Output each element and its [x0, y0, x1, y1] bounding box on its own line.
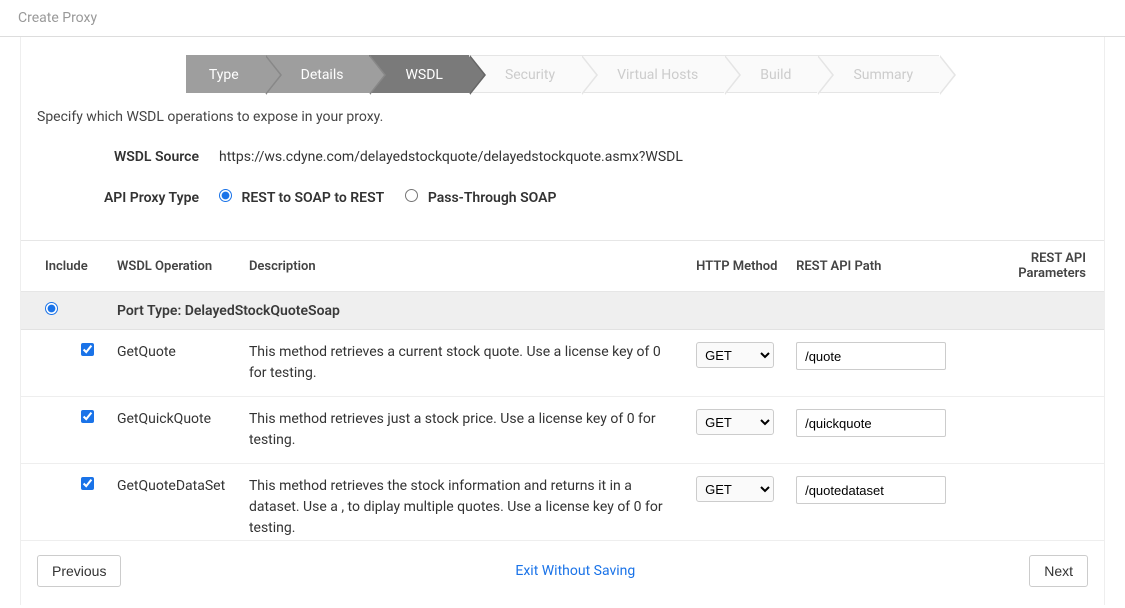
port-type-radio-1[interactable]: [45, 302, 58, 315]
operation-name: GetQuote: [109, 330, 241, 397]
proxy-type-pass-text: Pass-Through SOAP: [428, 190, 557, 206]
operation-description: This method retrieves the stock informat…: [241, 464, 688, 541]
proxy-type-pass-label[interactable]: Pass-Through SOAP: [405, 190, 556, 206]
port-type-label-1: Port Type: DelayedStockQuoteSoap: [109, 292, 1104, 330]
operation-name: GetQuoteDataSet: [109, 464, 241, 541]
operation-description: This method retrieves a current stock qu…: [241, 330, 688, 397]
page-title: Create Proxy: [18, 10, 97, 26]
include-checkbox[interactable]: [81, 343, 94, 356]
rest-path-input[interactable]: [796, 476, 946, 504]
include-checkbox[interactable]: [81, 477, 94, 490]
previous-button[interactable]: Previous: [37, 555, 121, 587]
wsdl-source-value: https://ws.cdyne.com/delayedstockquote/d…: [219, 149, 683, 165]
wsdl-source-label: WSDL Source: [37, 149, 219, 165]
table-header-row: Include WSDL Operation Description HTTP …: [21, 241, 1104, 292]
proxy-type-rest-radio[interactable]: [219, 189, 232, 202]
proxy-type-row: API Proxy Type REST to SOAP to REST Pass…: [37, 189, 1088, 206]
page-header: Create Proxy: [0, 0, 1125, 37]
col-params: REST API Parameters: [954, 241, 1104, 292]
http-method-select[interactable]: GET: [696, 409, 774, 435]
wizard-steps: Type Details WSDL Security Virtual Hosts…: [21, 37, 1104, 93]
table-row: GetQuoteDataSet This method retrieves th…: [21, 464, 1104, 541]
step-virtual-hosts: Virtual Hosts: [581, 55, 724, 93]
operation-name: GetQuickQuote: [109, 397, 241, 464]
proxy-type-rest-text: REST to SOAP to REST: [241, 190, 383, 206]
col-path: REST API Path: [788, 241, 954, 292]
wizard-footer: Previous Exit Without Saving Next: [21, 540, 1104, 605]
operations-table: Include WSDL Operation Description HTTP …: [21, 241, 1104, 540]
instruction-text: Specify which WSDL operations to expose …: [21, 93, 1104, 149]
step-summary: Summary: [817, 55, 939, 93]
operation-description: This method retrieves just a stock price…: [241, 397, 688, 464]
operations-table-wrap[interactable]: Include WSDL Operation Description HTTP …: [21, 240, 1104, 540]
proxy-type-pass-radio[interactable]: [405, 189, 418, 202]
proxy-type-rest-label[interactable]: REST to SOAP to REST: [219, 190, 387, 206]
include-checkbox[interactable]: [81, 410, 94, 423]
rest-path-input[interactable]: [796, 342, 946, 370]
col-method: HTTP Method: [688, 241, 788, 292]
exit-without-saving-link[interactable]: Exit Without Saving: [121, 563, 1029, 579]
rest-path-input[interactable]: [796, 409, 946, 437]
next-button[interactable]: Next: [1029, 555, 1088, 587]
table-row: GetQuote This method retrieves a current…: [21, 330, 1104, 397]
port-type-row-1: Port Type: DelayedStockQuoteSoap: [21, 292, 1104, 330]
col-description: Description: [241, 241, 688, 292]
col-operation: WSDL Operation: [109, 241, 241, 292]
col-include: Include: [21, 241, 109, 292]
wsdl-source-row: WSDL Source https://ws.cdyne.com/delayed…: [37, 149, 1088, 165]
http-method-select[interactable]: GET: [696, 476, 774, 502]
form-block: WSDL Source https://ws.cdyne.com/delayed…: [21, 149, 1104, 240]
proxy-type-label: API Proxy Type: [37, 190, 219, 206]
wizard-panel: Type Details WSDL Security Virtual Hosts…: [20, 37, 1105, 605]
table-row: GetQuickQuote This method retrieves just…: [21, 397, 1104, 464]
http-method-select[interactable]: GET: [696, 342, 774, 368]
step-type[interactable]: Type: [186, 55, 265, 93]
